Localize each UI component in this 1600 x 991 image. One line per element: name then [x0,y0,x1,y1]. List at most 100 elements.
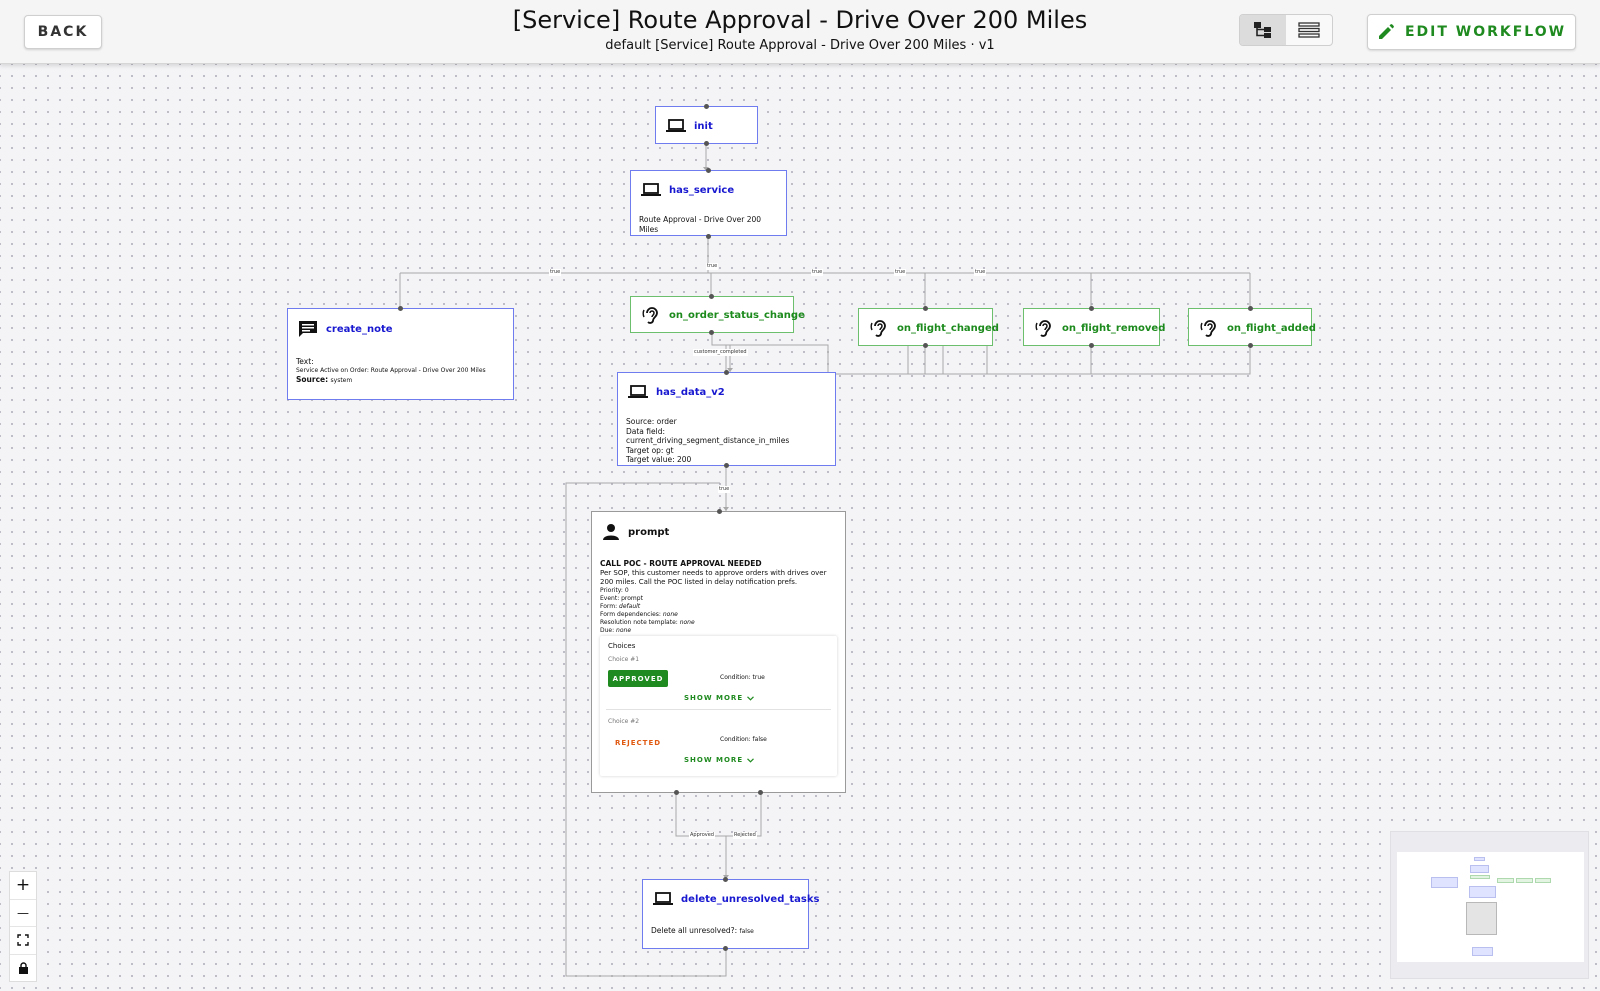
node-on-flight-added[interactable]: on_flight_added [1188,308,1316,346]
node-name: create_note [326,323,393,335]
ear-icon [870,320,886,337]
port[interactable] [706,234,711,239]
edge-label-true: true [718,486,731,493]
minimap-node [1469,886,1496,898]
edge-label-approved: Approved [689,832,715,839]
prompt-priority: Priority: 0 [600,586,629,594]
data-source: Source: order [626,417,677,426]
approved-button[interactable]: APPROVED [608,670,668,687]
port[interactable] [704,104,709,109]
prompt-resolution-value: none [679,618,695,626]
node-on-order-status-change[interactable]: on_order_status_change [630,296,805,333]
port[interactable] [723,877,728,882]
port[interactable] [1089,343,1094,348]
prompt-form-label: Form: [600,602,620,610]
node-init[interactable]: init [655,106,758,144]
port[interactable] [709,330,714,335]
choices-panel: Choices Choice #1 APPROVED Condition: tr… [600,636,837,776]
prompt-due-value: none [616,626,632,634]
edge-label-true: true [811,269,824,276]
tree-view-icon [1254,22,1271,38]
minimap-node [1474,857,1485,861]
fit-view-button[interactable] [10,927,36,955]
node-has-service[interactable]: has_service Route Approval - Drive Over … [630,170,787,236]
zoom-in-button[interactable]: + [10,872,36,900]
port[interactable] [724,463,729,468]
laptop-icon [628,385,648,398]
person-icon [603,524,619,540]
show-more-button[interactable]: SHOW MORE [684,694,755,702]
minimap[interactable] [1390,831,1589,979]
prompt-resolution-label: Resolution note template: [600,618,680,626]
pencil-icon [1378,24,1394,39]
port[interactable] [1248,306,1253,311]
node-delete-unresolved-tasks[interactable]: delete_unresolved_tasks Delete all unres… [642,879,819,949]
node-name: has_data_v2 [656,386,725,398]
node-prompt[interactable]: prompt CALL POC - ROUTE APPROVAL NEEDED … [591,511,846,793]
canvas-controls: + — [9,871,37,982]
port[interactable] [674,790,679,795]
page-title: [Service] Route Approval - Drive Over 20… [512,6,1088,34]
port[interactable] [723,946,728,951]
minimap-node [1470,865,1489,873]
show-more-label: SHOW MORE [684,756,744,764]
note-source-value: system [330,376,353,384]
minimap-node [1535,878,1551,883]
list-view-button[interactable] [1286,15,1332,45]
lock-button[interactable] [10,955,36,983]
node-on-flight-changed[interactable]: on_flight_changed [858,308,999,346]
port[interactable] [1089,306,1094,311]
minimap-node [1516,878,1533,883]
edge-label-true: true [706,263,719,270]
port[interactable] [923,306,928,311]
prompt-form-deps-label: Form dependencies: [600,610,663,618]
delete-value: false [739,928,754,935]
node-create-note[interactable]: create_note Text: Service Active on Orde… [287,308,514,400]
port[interactable] [706,168,711,173]
tree-view-button[interactable] [1240,15,1286,45]
port[interactable] [923,343,928,348]
laptop-icon [666,119,686,132]
prompt-description: Per SOP, this customer needs to approve … [600,568,827,586]
choice-1-label: Choice #1 [608,656,640,663]
node-name: on_flight_removed [1062,322,1166,334]
prompt-heading: CALL POC - ROUTE APPROVAL NEEDED [600,559,762,568]
edge-label-true: true [974,269,987,276]
minimap-node [1466,902,1497,935]
node-on-flight-removed[interactable]: on_flight_removed [1023,308,1165,346]
target-op: Target op: gt [626,445,674,455]
port[interactable] [398,306,403,311]
prompt-due-label: Due: [600,626,617,634]
node-name: has_service [669,184,735,196]
node-name: prompt [628,526,670,538]
port[interactable] [717,509,722,514]
delete-label: Delete all unresolved?: [651,926,738,935]
port[interactable] [704,141,709,146]
port[interactable] [1248,343,1253,348]
node-description: Route Approval - Drive Over 200 Miles [639,215,762,234]
edge-label-rejected: Rejected [733,832,757,839]
edit-workflow-label: EDIT WORKFLOW [1404,24,1567,40]
laptop-icon [653,892,673,905]
note-source-label: Source: [296,374,329,384]
fit-view-icon [17,934,29,946]
node-has-data-v2[interactable]: has_data_v2 Source: order Data field: cu… [617,372,836,466]
choice-2-label: Choice #2 [608,718,640,725]
back-button[interactable]: BACK [24,15,102,49]
zoom-out-button[interactable]: — [10,900,36,927]
node-name: on_flight_changed [897,322,999,334]
port[interactable] [758,790,763,795]
show-more-button[interactable]: SHOW MORE [684,756,755,764]
node-name: on_flight_added [1227,322,1316,334]
choice-2-condition: Condition: false [720,736,767,743]
lock-icon [18,962,28,975]
comment-icon [299,321,317,337]
note-text-label: Text: [296,357,314,366]
port[interactable] [724,370,729,375]
edit-workflow-button[interactable]: EDIT WORKFLOW [1367,14,1576,50]
node-name: delete_unresolved_tasks [681,893,820,905]
port[interactable] [709,294,714,299]
minimap-node [1472,947,1493,956]
choice-1-condition: Condition: true [720,674,765,681]
rejected-button[interactable]: REJECTED [608,734,668,751]
